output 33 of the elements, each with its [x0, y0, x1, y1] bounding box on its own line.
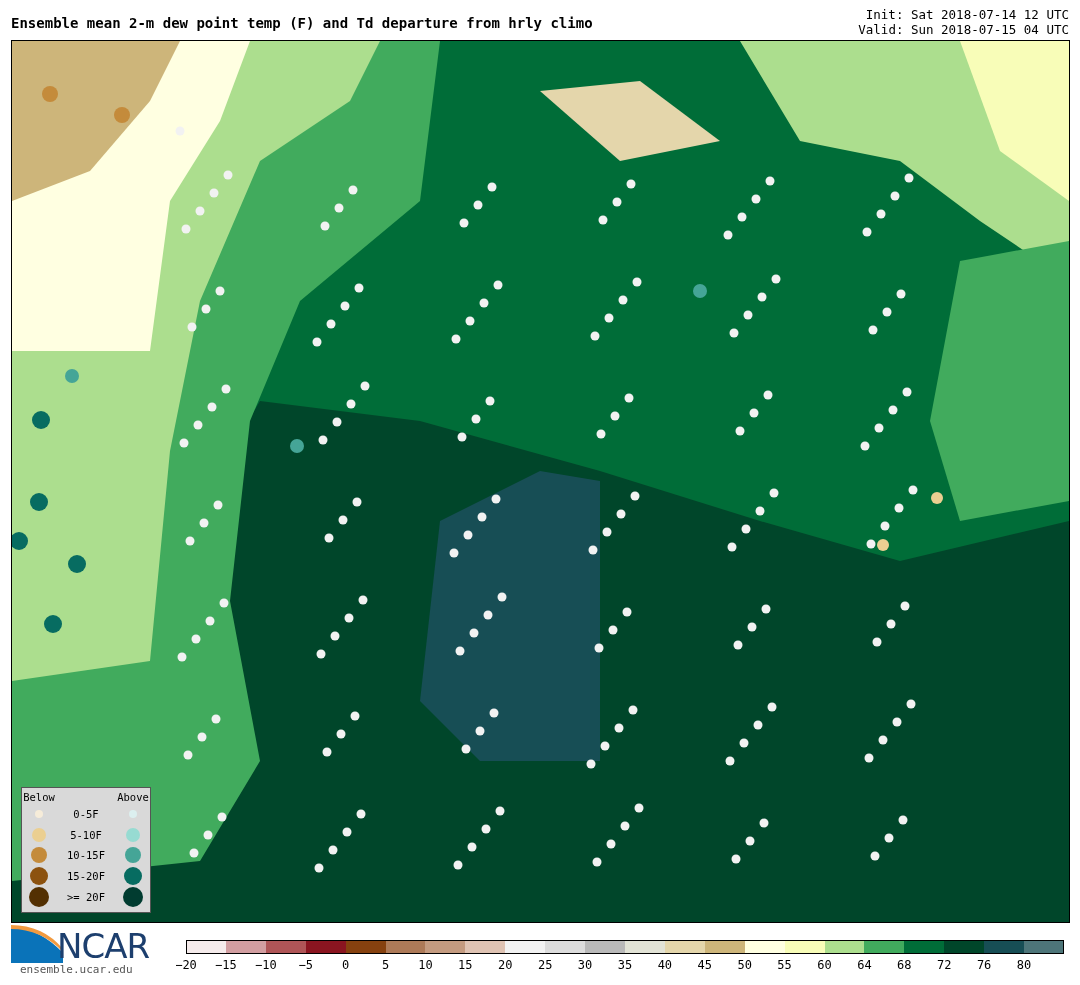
colorbar-tick-label: 55 [777, 958, 792, 972]
colorbar-tick-label: 40 [657, 958, 673, 972]
legend-heading: Below [23, 791, 55, 803]
colorbar-tick-label: 5 [381, 958, 390, 972]
colorbar-tick-label: 72 [937, 958, 952, 972]
legend-label: 15-20F [67, 869, 105, 882]
legend-label: 5-10F [70, 828, 102, 841]
colorbar-tick-label: 64 [857, 958, 872, 972]
colorbar-tick-label: 76 [976, 958, 992, 972]
logo-wordmark: NCAR [57, 929, 150, 963]
legend-label: >= 20F [67, 891, 105, 903]
colorbar-tick-label: 45 [697, 958, 712, 972]
colorbar-tick-label: 50 [737, 958, 752, 972]
colorbar-tick-label: −15 [215, 958, 237, 972]
colorbar-tick-label: 68 [897, 958, 912, 972]
valid-time: Valid: Sun 2018-07-15 04 UTC [858, 22, 1069, 37]
colorbar-tick-label: 0 [342, 958, 350, 972]
colorbar-tick-label: 25 [537, 958, 553, 972]
colorbar-tick-label: 30 [577, 958, 593, 972]
init-time: Init: Sat 2018-07-14 12 UTC [865, 7, 1069, 22]
legend-label: 10-15F [67, 849, 105, 861]
colorbar-tick-label: −20 [175, 958, 197, 972]
colorbar-tick-label: 15 [458, 958, 473, 972]
colorbar-tick-label: 35 [617, 958, 633, 972]
chart-title: Ensemble mean 2-m dew point temp (F) and Td departure from hrly climo [11, 15, 593, 31]
colorbar-tick-label: −5 [298, 958, 313, 972]
colorbar-tick-label: 20 [498, 958, 513, 972]
legend-label: 0-5F [73, 808, 99, 820]
legend-heading: Above [117, 791, 149, 803]
colorbar-tick-label: 10 [418, 958, 433, 972]
colorbar-tick-label: 80 [1016, 958, 1032, 972]
colorbar-tick-label: 60 [817, 958, 832, 972]
colorbar-tick-label: −10 [254, 958, 277, 972]
